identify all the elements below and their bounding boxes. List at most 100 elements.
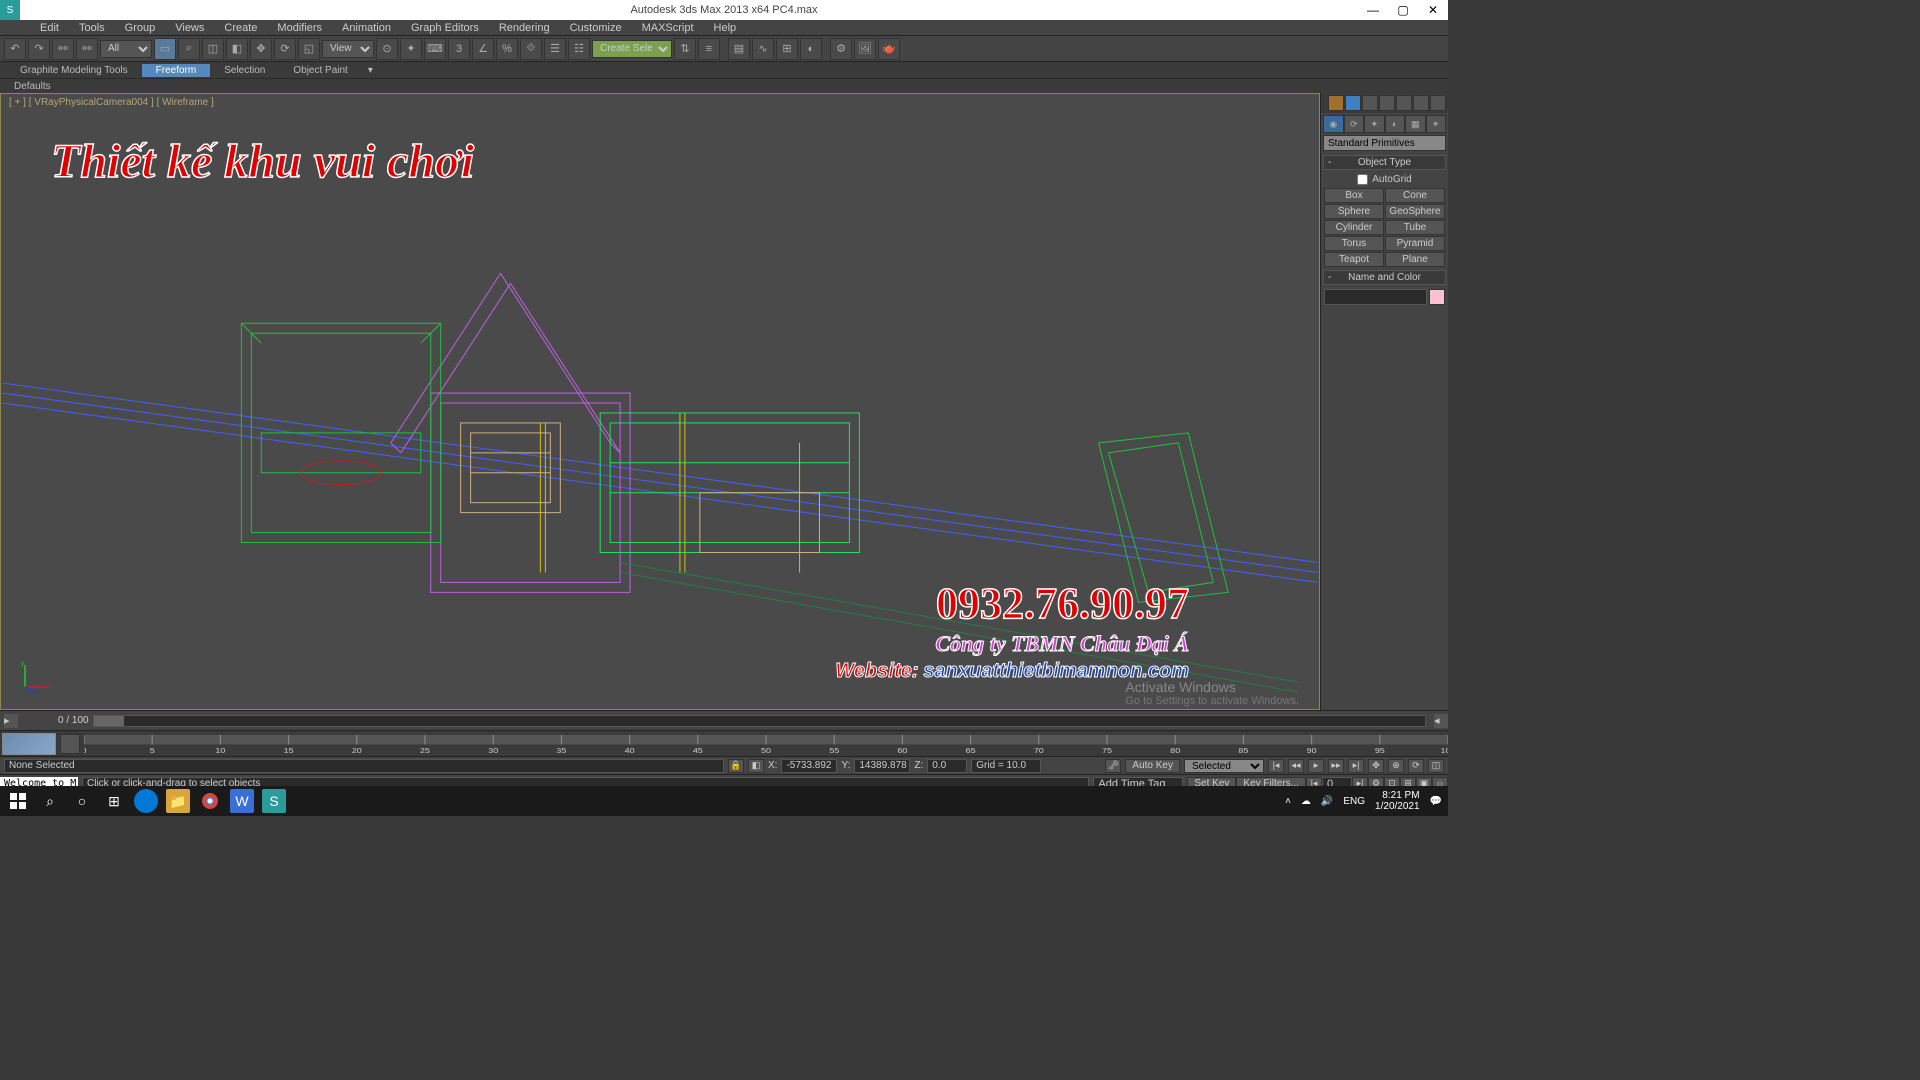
spinner-snap-button[interactable]: ⟐ (520, 38, 542, 60)
schematic-view-button[interactable]: ⊞ (776, 38, 798, 60)
ref-coord-dropdown[interactable]: View (322, 40, 374, 58)
render-setup-button[interactable]: ⚙ (830, 38, 852, 60)
selection-filter-dropdown[interactable]: All (100, 40, 152, 58)
y-coord-field[interactable]: 14389.878 (854, 759, 910, 773)
edit-named-sel-button[interactable]: ☰ (544, 38, 566, 60)
name-color-rollout[interactable]: Name and Color (1323, 270, 1446, 285)
lock-selection-icon[interactable]: 🔒 (728, 759, 744, 773)
autokey-button[interactable]: Auto Key (1125, 759, 1180, 773)
isolate-icon[interactable]: ◧ (748, 759, 764, 773)
app-icon[interactable]: S (0, 0, 20, 20)
x-coord-field[interactable]: -5733.892 (781, 759, 837, 773)
render-button[interactable]: 🫖 (878, 38, 900, 60)
tray-chevron-icon[interactable]: ˄ (1285, 796, 1291, 807)
start-button[interactable] (6, 789, 30, 813)
ribbon-tab-objectpaint[interactable]: Object Paint (279, 64, 361, 77)
angle-snap-button[interactable]: ∠ (472, 38, 494, 60)
cp-icon-1[interactable] (1328, 95, 1344, 111)
task-view-icon[interactable]: ⊞ (102, 789, 126, 813)
viewport[interactable]: [ + ] [ VRayPhysicalCamera004 ] [ Wirefr… (0, 93, 1320, 710)
window-crossing-button[interactable]: ◧ (226, 38, 248, 60)
menu-modifiers[interactable]: Modifiers (267, 22, 332, 34)
curve-editor-button[interactable]: ∿ (752, 38, 774, 60)
plane-button[interactable]: Plane (1385, 252, 1445, 267)
file-explorer-icon[interactable]: 📁 (166, 789, 190, 813)
menu-rendering[interactable]: Rendering (489, 22, 560, 34)
tray-clock[interactable]: 8:21 PM 1/20/2021 (1375, 790, 1420, 812)
menu-maxscript[interactable]: MAXScript (632, 22, 704, 34)
goto-start-button[interactable]: |◂ (1268, 759, 1284, 773)
timeline-end-icon[interactable]: ◂ (1434, 714, 1448, 728)
ribbon-defaults-label[interactable]: Defaults (6, 81, 59, 92)
sphere-button[interactable]: Sphere (1324, 204, 1384, 219)
object-name-field[interactable] (1324, 289, 1427, 305)
maximize-button[interactable]: ▢ (1388, 0, 1418, 20)
percent-snap-button[interactable]: % (496, 38, 518, 60)
cp-icon-7[interactable] (1430, 95, 1446, 111)
cp-icon-2[interactable] (1345, 95, 1361, 111)
ribbon-tab-graphite[interactable]: Graphite Modeling Tools (6, 64, 142, 77)
tray-volume-icon[interactable]: 🔊 (1321, 796, 1333, 807)
menu-group[interactable]: Group (115, 22, 166, 34)
timeline-scrollbar[interactable] (93, 715, 1426, 727)
cp-icon-6[interactable] (1413, 95, 1429, 111)
named-sel-button[interactable]: ☷ (568, 38, 590, 60)
cp-icon-5[interactable] (1396, 95, 1412, 111)
pyramid-button[interactable]: Pyramid (1385, 236, 1445, 251)
chrome-icon[interactable] (198, 789, 222, 813)
timeline-thumbnail[interactable] (2, 733, 56, 755)
primitives-dropdown[interactable]: Standard Primitives (1323, 135, 1446, 151)
menu-customize[interactable]: Customize (560, 22, 632, 34)
keyboard-shortcut-button[interactable]: ⌨ (424, 38, 446, 60)
play-button[interactable]: ▸ (1308, 759, 1324, 773)
tray-notifications-icon[interactable]: 💬 (1430, 796, 1442, 807)
cp-icon-3[interactable] (1362, 95, 1378, 111)
timeline-play-icon[interactable]: ▸ (4, 714, 18, 728)
tray-language[interactable]: ENG (1343, 796, 1365, 807)
create-tab-icon[interactable]: ◉ (1323, 115, 1344, 133)
cortana-icon[interactable]: ○ (70, 789, 94, 813)
named-selection-dropdown[interactable]: Create Selection Se (592, 40, 672, 58)
viewport-label[interactable]: [ + ] [ VRayPhysicalCamera004 ] [ Wirefr… (9, 97, 214, 108)
nav-pan-icon[interactable]: ✥ (1368, 759, 1384, 773)
menu-create[interactable]: Create (214, 22, 267, 34)
edge-icon[interactable] (134, 789, 158, 813)
menu-graph-editors[interactable]: Graph Editors (401, 22, 489, 34)
cp-icon-4[interactable] (1379, 95, 1395, 111)
select-move-button[interactable]: ✥ (250, 38, 272, 60)
display-tab-icon[interactable]: ▦ (1405, 115, 1426, 133)
rendered-frame-button[interactable]: 🖼 (854, 38, 876, 60)
material-editor-button[interactable]: ◐ (800, 38, 822, 60)
set-key-icon[interactable] (60, 734, 80, 754)
ribbon-tab-selection[interactable]: Selection (210, 64, 279, 77)
z-coord-field[interactable]: 0.0 (927, 759, 967, 773)
menu-views[interactable]: Views (165, 22, 214, 34)
goto-end-button[interactable]: ▸| (1348, 759, 1364, 773)
select-region-button[interactable]: ◫ (202, 38, 224, 60)
use-center-button[interactable]: ⊙ (376, 38, 398, 60)
hierarchy-tab-icon[interactable]: ✦ (1364, 115, 1385, 133)
key-mode-icon[interactable]: 🗝 (1105, 759, 1121, 773)
menu-help[interactable]: Help (704, 22, 747, 34)
select-object-button[interactable]: ▭ (154, 38, 176, 60)
3dsmax-taskbar-icon[interactable]: S (262, 789, 286, 813)
select-rotate-button[interactable]: ⟳ (274, 38, 296, 60)
geosphere-button[interactable]: GeoSphere (1385, 204, 1445, 219)
ribbon-expand-icon[interactable]: ▾ (362, 64, 379, 77)
box-button[interactable]: Box (1324, 188, 1384, 203)
nav-fov-icon[interactable]: ◫ (1428, 759, 1444, 773)
redo-button[interactable]: ↷ (28, 38, 50, 60)
nav-zoom-icon[interactable]: ⊕ (1388, 759, 1404, 773)
cone-button[interactable]: Cone (1385, 188, 1445, 203)
utilities-tab-icon[interactable]: ✴ (1426, 115, 1447, 133)
snap-toggle-button[interactable]: 3 (448, 38, 470, 60)
align-button[interactable]: ≡ (698, 38, 720, 60)
object-color-swatch[interactable] (1429, 289, 1445, 305)
prev-frame-button[interactable]: ◂◂ (1288, 759, 1304, 773)
minimize-button[interactable]: — (1358, 0, 1388, 20)
autogrid-checkbox[interactable] (1357, 174, 1368, 185)
next-frame-button[interactable]: ▸▸ (1328, 759, 1344, 773)
tube-button[interactable]: Tube (1385, 220, 1445, 235)
time-ruler[interactable]: 0510152025303540455055606570758085909510… (84, 731, 1448, 756)
nav-orbit-icon[interactable]: ⟳ (1408, 759, 1424, 773)
